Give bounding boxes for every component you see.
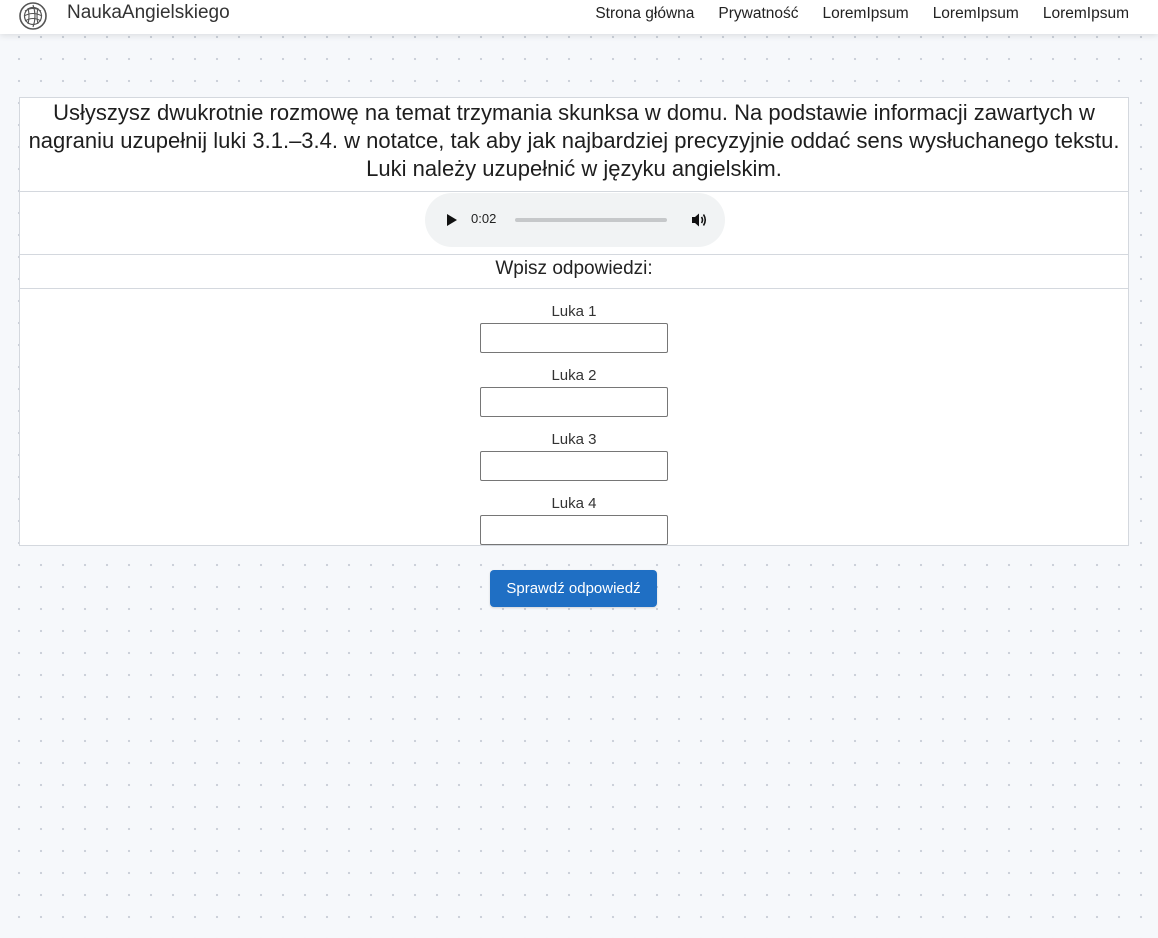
gap-label-1: Luka 1	[551, 303, 597, 320]
audio-time: 0:02	[471, 211, 497, 226]
gap-label-3: Luka 3	[551, 431, 597, 448]
nav-link-lorem-2[interactable]: LoremIpsum	[933, 5, 1019, 23]
gap-input-4[interactable]	[480, 515, 668, 545]
answers-heading-section: Wpisz odpowiedzi:	[20, 255, 1128, 289]
audio-section: 0:02	[20, 192, 1128, 255]
gap-field-4: Luka 4	[480, 495, 668, 545]
top-navbar: NaukaAngielskiego Strona główna Prywatno…	[0, 0, 1158, 34]
gap-field-3: Luka 3	[480, 431, 668, 481]
gap-field-2: Luka 2	[480, 367, 668, 417]
gap-label-2: Luka 2	[551, 367, 597, 384]
volume-icon[interactable]	[689, 210, 709, 230]
audio-player: 0:02	[425, 193, 725, 247]
nav-link-lorem-1[interactable]: LoremIpsum	[823, 5, 909, 23]
exercise-card: Usłyszysz dwukrotnie rozmowę na temat tr…	[19, 97, 1129, 546]
gap-input-3[interactable]	[480, 451, 668, 481]
gap-input-2[interactable]	[480, 387, 668, 417]
audio-progress-bar[interactable]	[515, 218, 667, 222]
nav-link-privacy[interactable]: Prywatność	[718, 5, 798, 23]
instruction-text: Usłyszysz dwukrotnie rozmowę na temat tr…	[28, 100, 1120, 181]
gap-label-4: Luka 4	[551, 495, 597, 512]
gap-input-1[interactable]	[480, 323, 668, 353]
play-icon[interactable]	[445, 212, 459, 228]
nav-link-lorem-3[interactable]: LoremIpsum	[1043, 5, 1129, 23]
globe-knot-logo-icon[interactable]	[18, 1, 48, 31]
instruction-section: Usłyszysz dwukrotnie rozmowę na temat tr…	[20, 98, 1128, 192]
nav-link-home[interactable]: Strona główna	[595, 5, 694, 23]
answers-heading: Wpisz odpowiedzi:	[495, 258, 653, 279]
brand-name[interactable]: NaukaAngielskiego	[67, 2, 230, 24]
check-answer-button[interactable]: Sprawdź odpowiedź	[490, 570, 657, 607]
gap-field-1: Luka 1	[480, 303, 668, 353]
nav-links: Strona główna Prywatność LoremIpsum Lore…	[595, 5, 1129, 23]
